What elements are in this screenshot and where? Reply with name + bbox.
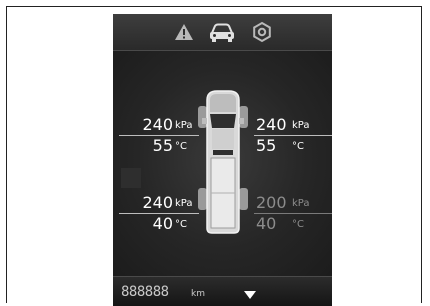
settings-icon[interactable] — [247, 19, 277, 45]
pressure-unit: kPa — [292, 120, 310, 131]
temperature-row: 40 °C — [254, 214, 332, 234]
pressure-row: 240 kPa — [254, 115, 332, 136]
temperature-value: 55 — [152, 136, 173, 155]
temperature-unit: °C — [292, 219, 304, 230]
temperature-row: 55 °C — [119, 136, 199, 156]
temperature-unit: °C — [175, 141, 187, 152]
tire-pressure-panel: 240 kPa 55 °C 240 kPa 55 °C 240 kPa 40 °… — [113, 51, 332, 276]
pressure-unit: kPa — [175, 198, 193, 209]
pressure-unit: kPa — [292, 198, 310, 209]
pressure-value: 240 — [142, 115, 173, 134]
tab-bar — [113, 14, 332, 51]
pressure-value: 200 — [256, 193, 287, 212]
temperature-unit: °C — [175, 219, 187, 230]
placeholder-square — [121, 168, 141, 188]
temperature-value: 40 — [256, 214, 277, 233]
status-bar: 888888 km — [113, 276, 332, 306]
cluster-display: 240 kPa 55 °C 240 kPa 55 °C 240 kPa 40 °… — [113, 14, 332, 306]
chevron-down-icon[interactable] — [242, 286, 258, 299]
pressure-row: 240 kPa — [119, 193, 199, 214]
pressure-unit: kPa — [175, 120, 193, 131]
pressure-row: 240 kPa — [119, 115, 199, 136]
pressure-value: 240 — [142, 193, 173, 212]
car-icon[interactable] — [205, 19, 235, 45]
temperature-unit: °C — [292, 141, 304, 152]
temperature-value: 55 — [256, 136, 277, 155]
odometer-unit: km — [191, 289, 205, 299]
pressure-row: 200 kPa — [254, 193, 332, 214]
warning-icon[interactable] — [169, 19, 199, 45]
odometer-value: 888888 — [121, 284, 169, 300]
temperature-value: 40 — [152, 214, 173, 233]
pressure-value: 240 — [256, 115, 287, 134]
temperature-row: 55 °C — [254, 136, 332, 156]
truck-top-view-icon — [197, 88, 249, 235]
temperature-row: 40 °C — [119, 214, 199, 234]
